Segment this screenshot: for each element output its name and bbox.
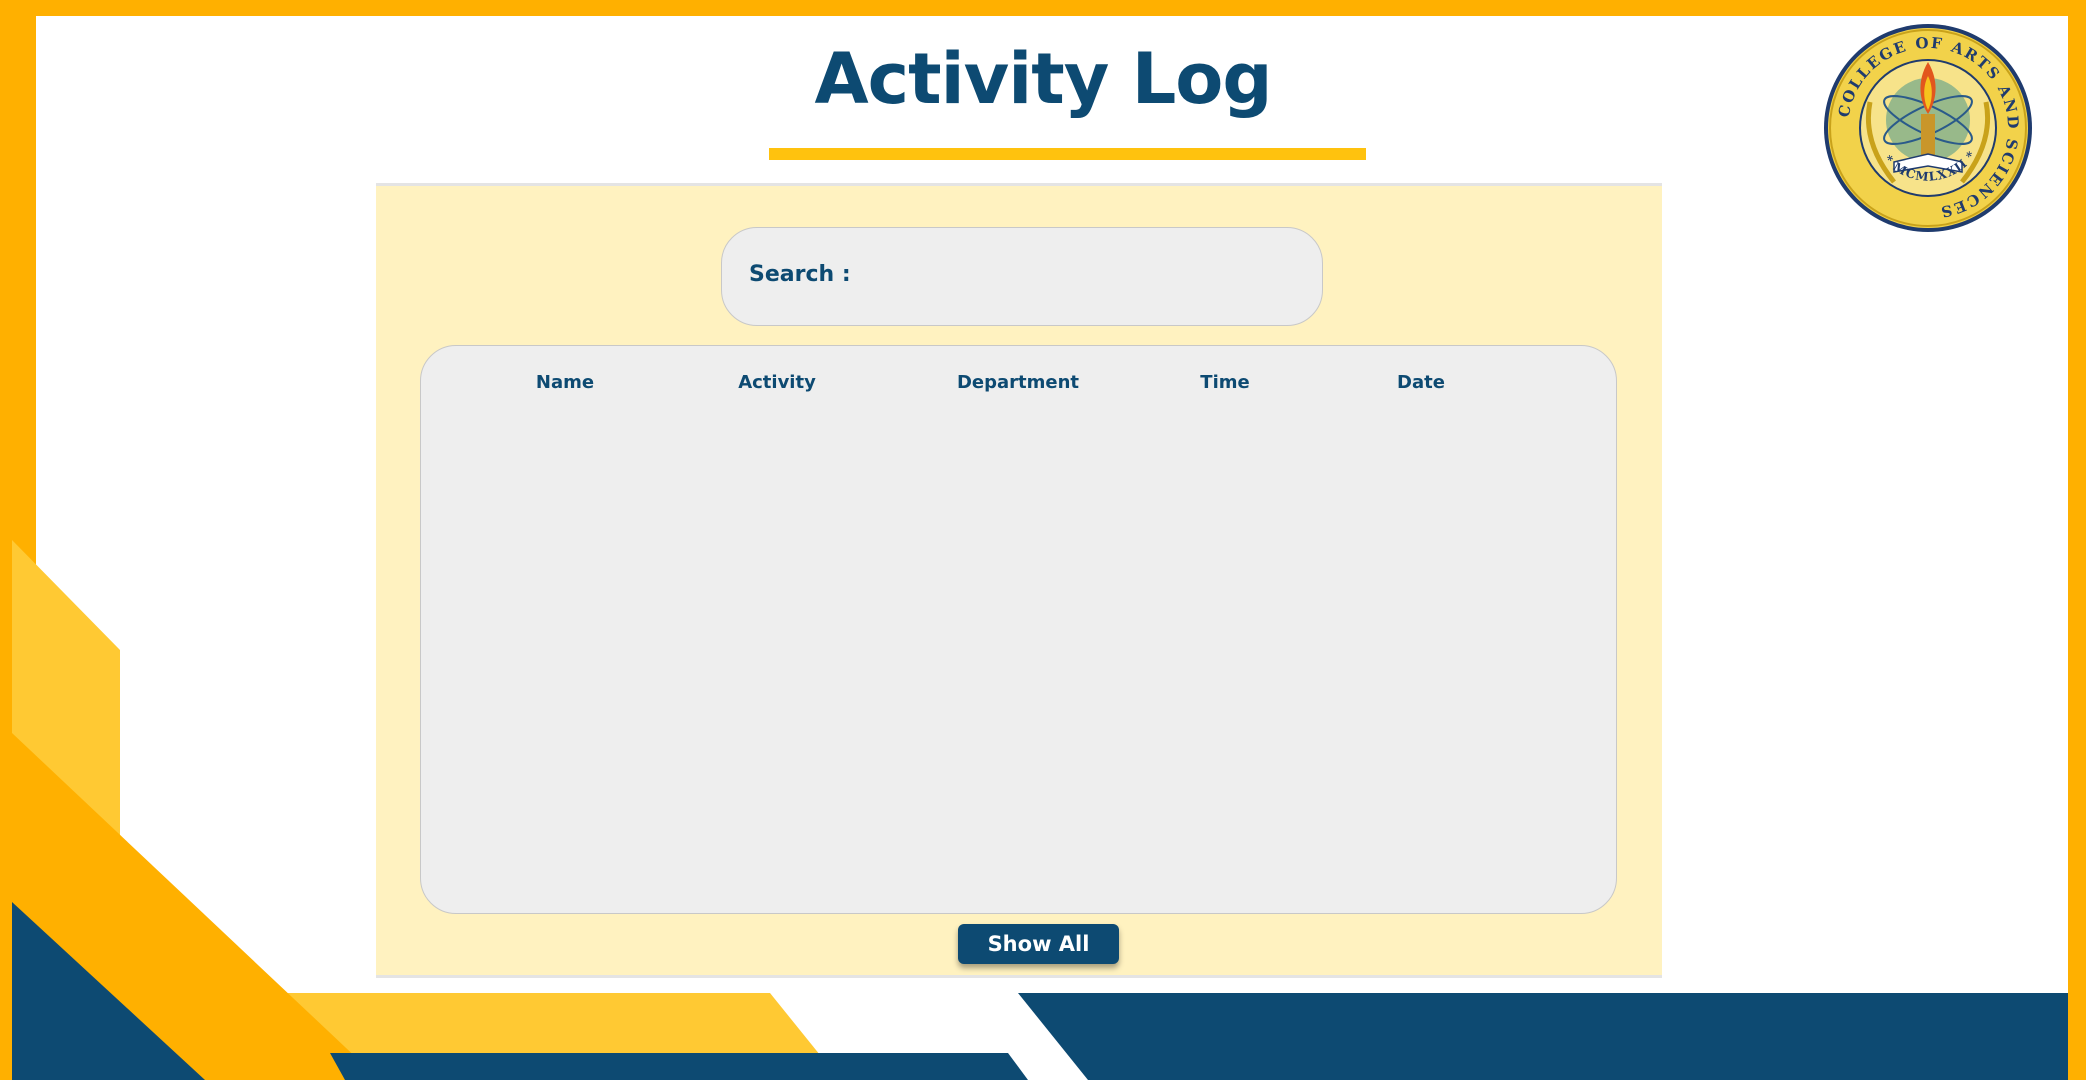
frame-left-border [0,0,12,1080]
column-header-activity[interactable]: Activity [738,372,816,393]
frame-right-border [2068,0,2086,1080]
search-bar: Search : [721,227,1323,326]
column-header-date[interactable]: Date [1397,372,1445,393]
frame-top-border [0,0,2086,16]
page-title: Activity Log [814,38,1272,120]
column-header-name[interactable]: Name [536,372,594,393]
table-body [451,416,1586,893]
show-all-button[interactable]: Show All [958,924,1119,964]
search-label: Search : [749,262,851,287]
bottom-navy-strip-left [330,1053,1028,1080]
bottom-navy-band-right [1018,993,2068,1080]
activity-table: Name Activity Department Time Date [420,345,1617,914]
title-underline [769,148,1366,160]
column-header-time[interactable]: Time [1200,372,1249,393]
search-input[interactable] [842,250,1306,306]
column-header-department[interactable]: Department [957,372,1079,393]
college-seal-logo: COLLEGE OF ARTS AND SCIENCES * MCMLXXII … [1824,24,2032,232]
